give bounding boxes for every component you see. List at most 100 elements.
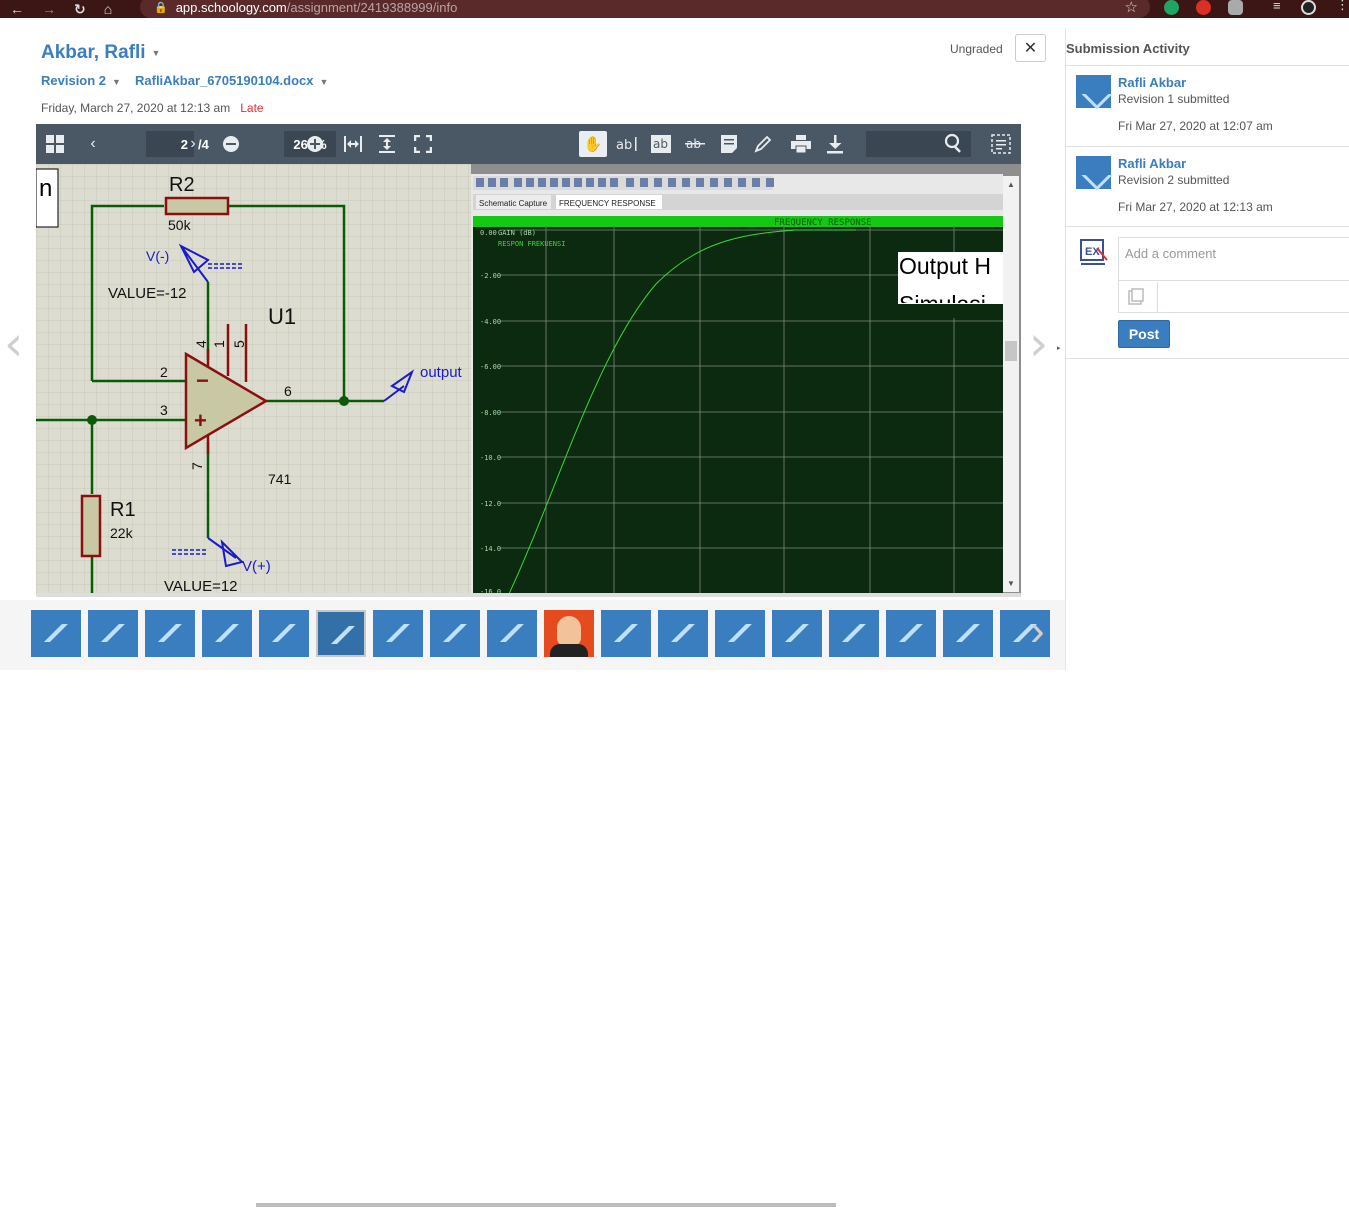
student-avatar-thumbnail[interactable] <box>772 610 822 657</box>
fit-height-icon[interactable] <box>376 132 398 156</box>
student-avatar-thumbnail[interactable] <box>487 610 537 657</box>
document-image: n R2 50k V(-) VALUE=-12 U1 − + 4 1 5 2 3… <box>36 164 1003 596</box>
student-avatar-thumbnail[interactable] <box>259 610 309 657</box>
graph-gain-label: GAIN (dB) <box>498 229 536 237</box>
scroll-up-icon[interactable]: ▲ <box>1007 180 1015 189</box>
activity-time: Fri Mar 27, 2020 at 12:13 am <box>1118 200 1273 214</box>
svg-text:−: − <box>196 368 209 393</box>
next-submission-icon[interactable]: › <box>1029 316 1048 372</box>
student-avatar-thumbnail[interactable] <box>373 610 423 657</box>
download-icon[interactable] <box>824 132 846 156</box>
student-avatar-thumbnail[interactable] <box>316 610 366 657</box>
toolbar-divider <box>1157 282 1158 313</box>
pen-draw-icon[interactable] <box>752 132 774 156</box>
y-tick-label: -8.00 <box>480 409 501 417</box>
student-avatar-thumbnail[interactable] <box>31 610 81 657</box>
vminus-label: V(-) <box>146 248 169 264</box>
commenter-avatar: EX <box>1079 238 1109 268</box>
document-page: n R2 50k V(-) VALUE=-12 U1 − + 4 1 5 2 3… <box>36 164 1021 596</box>
zoom-in-icon[interactable] <box>304 132 326 156</box>
pin-1-label: 1 <box>211 340 227 348</box>
highlight-text-icon[interactable]: ab <box>650 132 672 156</box>
star-icon[interactable]: ☆ <box>1125 0 1138 16</box>
pin-5-label: 5 <box>231 340 247 348</box>
forward-arrow-icon[interactable]: → <box>42 2 56 16</box>
reload-icon[interactable]: ↻ <box>74 2 86 16</box>
activity-divider <box>1066 226 1349 227</box>
scroll-thumb[interactable] <box>256 1203 836 1207</box>
comment-input[interactable]: Add a comment <box>1118 237 1349 281</box>
student-avatar-thumbnail[interactable] <box>658 610 708 657</box>
overlay-text-line1: Output H <box>899 253 991 279</box>
student-avatar-thumbnail[interactable] <box>943 610 993 657</box>
profile-avatar-icon[interactable] <box>1301 0 1316 15</box>
scroll-thumb[interactable] <box>1005 341 1017 361</box>
previous-submission-icon[interactable]: ‹ <box>4 316 23 372</box>
previous-page-icon[interactable]: ‹ <box>86 132 100 156</box>
file-dropdown[interactable]: RafliAkbar_6705190104.docx ▼ <box>135 73 328 88</box>
fullscreen-icon[interactable] <box>412 132 434 156</box>
student-avatar-thumbnail[interactable] <box>601 610 651 657</box>
tab-frequency-response: FREQUENCY RESPONSE <box>559 199 656 208</box>
address-bar[interactable]: 🔒 app.schoology.com /assignment/24193889… <box>140 0 1150 18</box>
zoom-out-icon[interactable] <box>220 132 242 156</box>
home-icon[interactable]: ⌂ <box>104 2 112 16</box>
y-tick-label: -10.0 <box>480 454 501 462</box>
strikethrough-icon[interactable]: ab <box>684 132 706 156</box>
print-icon[interactable] <box>790 132 812 156</box>
vminus-value: VALUE=-12 <box>108 285 187 302</box>
thumbnails-grid-icon[interactable] <box>44 132 66 156</box>
u1-label: U1 <box>268 304 296 329</box>
activity-text: Revision 1 submitted <box>1118 92 1230 106</box>
pan-hand-icon[interactable]: ✋ <box>579 131 607 157</box>
avatar[interactable] <box>1076 75 1111 108</box>
student-avatar-thumbnail[interactable] <box>715 610 765 657</box>
student-avatar-thumbnail[interactable] <box>829 610 879 657</box>
chevron-down-icon: ▼ <box>151 47 161 58</box>
browser-menu-icon[interactable]: ⋮ <box>1336 0 1349 12</box>
activity-text: Revision 2 submitted <box>1118 173 1230 187</box>
thumbnails-next-icon[interactable]: › <box>1030 606 1045 656</box>
chevron-down-icon: ▼ <box>319 76 329 87</box>
document-horizontal-scrollbar[interactable] <box>36 593 1021 1207</box>
pin-3-label: 3 <box>160 402 168 418</box>
student-name: Akbar, Rafli <box>41 42 146 63</box>
post-button[interactable]: Post <box>1118 320 1170 348</box>
url-path: /assignment/2419388999/info <box>286 0 458 15</box>
document-vertical-scrollbar[interactable]: ▲ ▼ <box>1003 176 1019 592</box>
student-photo-thumbnail[interactable] <box>544 610 594 657</box>
y-tick-label: -14.0 <box>480 545 501 553</box>
student-avatar-thumbnail[interactable] <box>430 610 480 657</box>
student-avatar-thumbnail[interactable] <box>886 610 936 657</box>
student-avatar-thumbnail[interactable] <box>202 610 252 657</box>
back-arrow-icon[interactable]: ← <box>10 2 24 16</box>
comment-note-icon[interactable] <box>718 132 740 156</box>
activity-user-name[interactable]: Rafli Akbar <box>1118 156 1186 171</box>
attach-file-icon[interactable] <box>1127 288 1145 306</box>
document-viewer-toolbar: ‹ 2 /4 › 262% ✋ ab ab ab <box>36 124 1021 164</box>
y-tick-label: -12.0 <box>480 500 501 508</box>
revision-dropdown[interactable]: Revision 2 ▼ <box>41 73 121 88</box>
close-icon: ✕ <box>1023 40 1038 57</box>
student-avatar-thumbnail[interactable] <box>145 610 195 657</box>
grammarly-extension-icon[interactable] <box>1164 0 1179 15</box>
browser-toolbar: ← → ↻ ⌂ 🔒 app.schoology.com /assignment/… <box>0 0 1349 18</box>
collapse-panel-icon[interactable]: ▸ <box>1057 344 1061 352</box>
next-page-icon[interactable]: › <box>186 132 200 156</box>
panel-title: Submission Activity <box>1066 41 1190 56</box>
search-icon[interactable] <box>944 133 964 158</box>
browser-nav: ← → ↻ ⌂ <box>0 2 112 16</box>
chat-extension-icon[interactable] <box>1228 0 1243 15</box>
text-select-icon[interactable]: ab <box>616 132 638 156</box>
annotations-panel-icon[interactable] <box>990 132 1012 156</box>
y-tick-label: -4.00 <box>480 318 501 326</box>
activity-user-name[interactable]: Rafli Akbar <box>1118 75 1186 90</box>
scroll-down-icon[interactable]: ▼ <box>1007 579 1015 588</box>
fit-width-icon[interactable] <box>342 132 364 156</box>
media-control-icon[interactable]: ≡ <box>1273 0 1289 13</box>
student-avatar-thumbnail[interactable] <box>88 610 138 657</box>
close-button[interactable]: ✕ <box>1015 34 1046 62</box>
avatar[interactable] <box>1076 156 1111 189</box>
student-name-dropdown[interactable]: Akbar, Rafli ▼ <box>41 42 160 64</box>
adblock-extension-icon[interactable] <box>1196 0 1211 15</box>
